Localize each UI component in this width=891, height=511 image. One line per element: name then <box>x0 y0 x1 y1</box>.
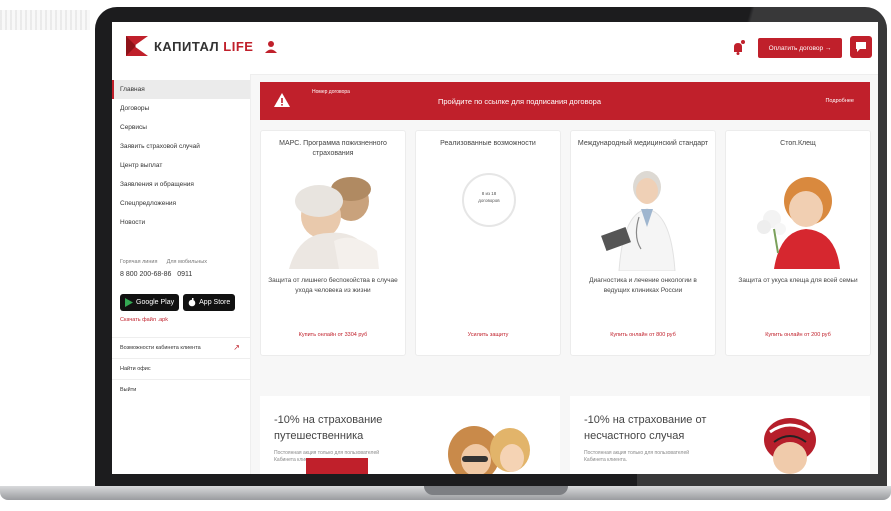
hotline-numbers[interactable]: 8 800 200-68-86 0911 <box>120 271 192 278</box>
elderly-couple-image <box>289 177 379 269</box>
card-buy-link[interactable]: Купить онлайн от 200 руб <box>726 332 870 338</box>
card-description: Защита от лишнего беспокойства в случае … <box>268 277 398 294</box>
progress-unit: договоров <box>478 198 500 203</box>
promo-note: Постоянная акция только для пользователе… <box>584 450 690 463</box>
sign-contract-banner: Номер договора Пройдите по ссылке для по… <box>260 82 870 120</box>
card-strengthen-link[interactable]: Усилить защиту <box>416 332 560 338</box>
app-screen: КАПИТАЛ LIFE Оплатить договор → Главная … <box>112 22 878 474</box>
card-title: Международный медицинский стандарт <box>577 140 709 147</box>
laptop-base <box>0 474 891 511</box>
cabinet-features-link[interactable]: Возможности кабинета клиента ↗ <box>112 337 250 357</box>
promo-title: -10% на страхование путешественника <box>274 414 383 442</box>
sidebar-item-requests[interactable]: Заявления и обращения <box>112 175 250 194</box>
user-icon[interactable] <box>262 38 280 56</box>
doctor-image <box>601 171 676 271</box>
sidebar-item-contracts[interactable]: Договоры <box>112 99 250 118</box>
child-helmet-image <box>764 418 816 474</box>
promo-title: -10% на страхование от несчастного случа… <box>584 414 707 442</box>
contract-number-label: Номер договора <box>312 89 350 95</box>
chat-button[interactable] <box>850 36 872 58</box>
pay-contract-button[interactable]: Оплатить договор → <box>758 38 842 58</box>
sidebar-item-services[interactable]: Сервисы <box>112 118 250 137</box>
app-store-links: Google Play App Store <box>120 294 236 311</box>
header: КАПИТАЛ LIFE Оплатить договор → <box>112 22 878 75</box>
promo-travel[interactable]: -10% на страхование путешественника Пост… <box>260 396 560 474</box>
card-title: Реализованные возможности <box>440 140 536 147</box>
laptop-left-edge <box>0 10 90 30</box>
card-description: Диагностика и лечение онкологии в ведущи… <box>589 277 697 294</box>
logo-text: КАПИТАЛ LIFE <box>154 38 254 54</box>
product-card-mars[interactable]: МАРС. Программа пожизненного страхования… <box>260 130 406 356</box>
child-with-flowers-image <box>757 177 840 269</box>
product-card-medical[interactable]: Международный медицинский стандарт Диагн… <box>570 130 716 356</box>
notification-bell-icon[interactable] <box>729 39 747 57</box>
logo[interactable]: КАПИТАЛ LIFE <box>126 36 253 56</box>
card-title: Стоп.Клещ <box>780 140 816 147</box>
progress-count: 8 из 18 <box>481 191 497 196</box>
google-play-icon <box>125 298 133 307</box>
card-buy-link[interactable]: Купить онлайн от 3304 руб <box>261 332 405 338</box>
product-card-realized[interactable]: Реализованные возможности 8 из 18 догово… <box>415 130 561 356</box>
google-play-button[interactable]: Google Play <box>120 294 180 311</box>
warning-icon <box>274 93 290 107</box>
sidebar: Главная Договоры Сервисы Заявить страхов… <box>112 74 251 474</box>
product-card-tick[interactable]: Стоп.Клещ Защита от укуса клеща для всей… <box>725 130 871 356</box>
sidebar-item-payouts[interactable]: Центр выплат <box>112 156 250 175</box>
sidebar-item-claim[interactable]: Заявить страховой случай <box>112 137 250 156</box>
logo-mark-icon <box>126 36 148 56</box>
card-buy-link[interactable]: Купить онлайн от 800 руб <box>571 332 715 338</box>
arrow-icon: ↗ <box>233 343 240 352</box>
progress-circle: 8 из 18 договоров <box>462 173 516 227</box>
apple-icon <box>188 298 196 307</box>
sidebar-item-news[interactable]: Новости <box>112 213 250 232</box>
card-description: Защита от укуса клеща для всей семьи <box>738 277 858 284</box>
chat-icon <box>856 42 866 52</box>
details-link[interactable]: Подробнее <box>825 98 854 104</box>
logout-link[interactable]: Выйти <box>112 379 250 399</box>
travelers-image <box>448 426 530 474</box>
promo-accident[interactable]: -10% на страхование от несчастного случа… <box>570 396 870 474</box>
card-title: МАРС. Программа пожизненного страхования <box>279 140 387 157</box>
app-store-button[interactable]: App Store <box>183 294 236 311</box>
sidebar-item-home[interactable]: Главная <box>112 80 250 99</box>
find-office-link[interactable]: Найти офис <box>112 358 250 378</box>
apk-download-link[interactable]: Скачать файл .apk <box>120 317 168 323</box>
hotline-labels: Горячая линия Для мобильных <box>120 259 207 265</box>
red-tab <box>306 458 368 474</box>
sidebar-item-offers[interactable]: Спецпредложения <box>112 194 250 213</box>
banner-message: Пройдите по ссылке для подписания догово… <box>438 97 601 106</box>
